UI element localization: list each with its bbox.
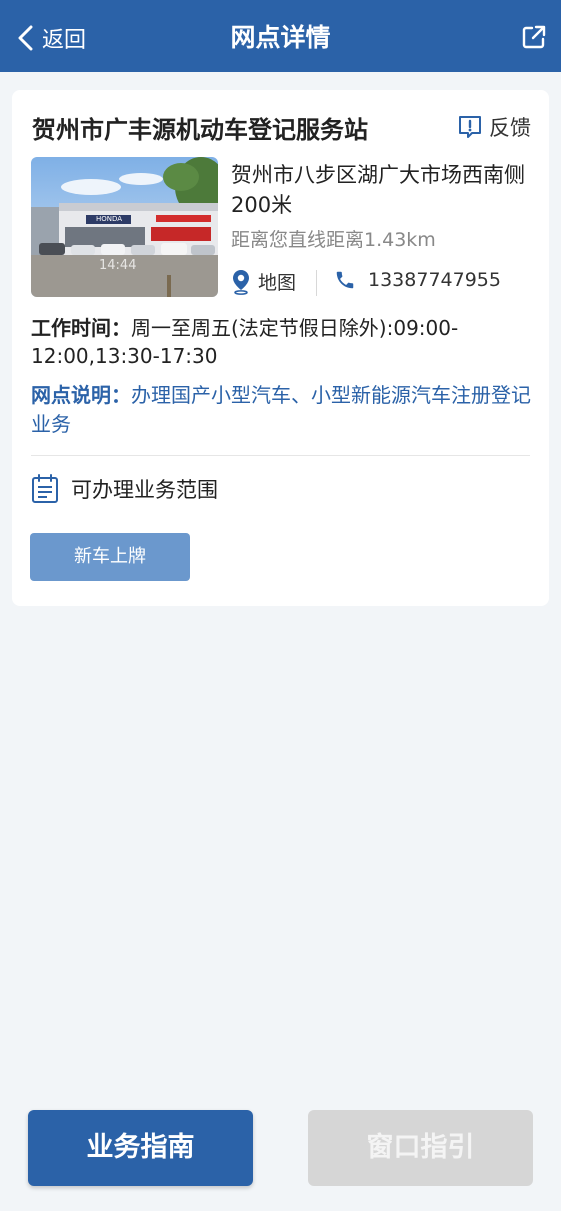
top-bar: 返回 网点详情 <box>0 0 561 72</box>
map-button[interactable]: 地图 <box>231 268 296 295</box>
phone-icon <box>336 271 354 289</box>
window-guide-button[interactable]: 窗口指引 <box>308 1110 533 1186</box>
business-guide-button[interactable]: 业务指南 <box>28 1110 253 1186</box>
business-tag-new-plate[interactable]: 新车上牌 <box>30 533 190 581</box>
business-scope-header: 可办理业务范围 <box>31 474 218 504</box>
working-hours: 工作时间：周一至周五(法定节假日除外):09:00-12:00,13:30-17… <box>31 314 531 370</box>
phone-button[interactable]: 13387747955 <box>334 268 501 292</box>
calendar-list-icon <box>32 474 58 503</box>
station-address: 贺州市八步区湖广大市场西南侧200米 <box>231 163 525 217</box>
working-hours-label: 工作时间： <box>31 316 131 340</box>
station-description-label: 网点说明： <box>31 383 131 407</box>
station-card: 贺州市广丰源机动车登记服务站 反馈 HONDA 14:44 贺州市八步区湖广大市… <box>12 90 549 606</box>
station-distance: 距离您直线距离1.43km <box>231 229 436 251</box>
feedback-label: 反馈 <box>489 116 531 140</box>
divider <box>316 270 317 296</box>
photo-sign-text: HONDA <box>96 215 122 223</box>
divider <box>31 455 530 456</box>
phone-number: 13387747955 <box>368 269 501 291</box>
feedback-icon <box>459 116 481 138</box>
page-title: 网点详情 <box>230 23 331 52</box>
location-pin-icon <box>233 269 249 295</box>
business-scope-title: 可办理业务范围 <box>71 478 218 502</box>
feedback-button[interactable]: 反馈 <box>457 112 531 142</box>
share-external-icon[interactable] <box>519 22 549 52</box>
station-photo-image: HONDA 14:44 <box>31 157 218 297</box>
station-photo[interactable]: HONDA 14:44 <box>31 157 218 297</box>
station-description: 网点说明：办理国产小型汽车、小型新能源汽车注册登记业务 <box>31 381 531 439</box>
photo-watermark-time: 14:44 <box>99 258 136 273</box>
map-label: 地图 <box>258 272 297 294</box>
station-name: 贺州市广丰源机动车登记服务站 <box>32 116 368 144</box>
